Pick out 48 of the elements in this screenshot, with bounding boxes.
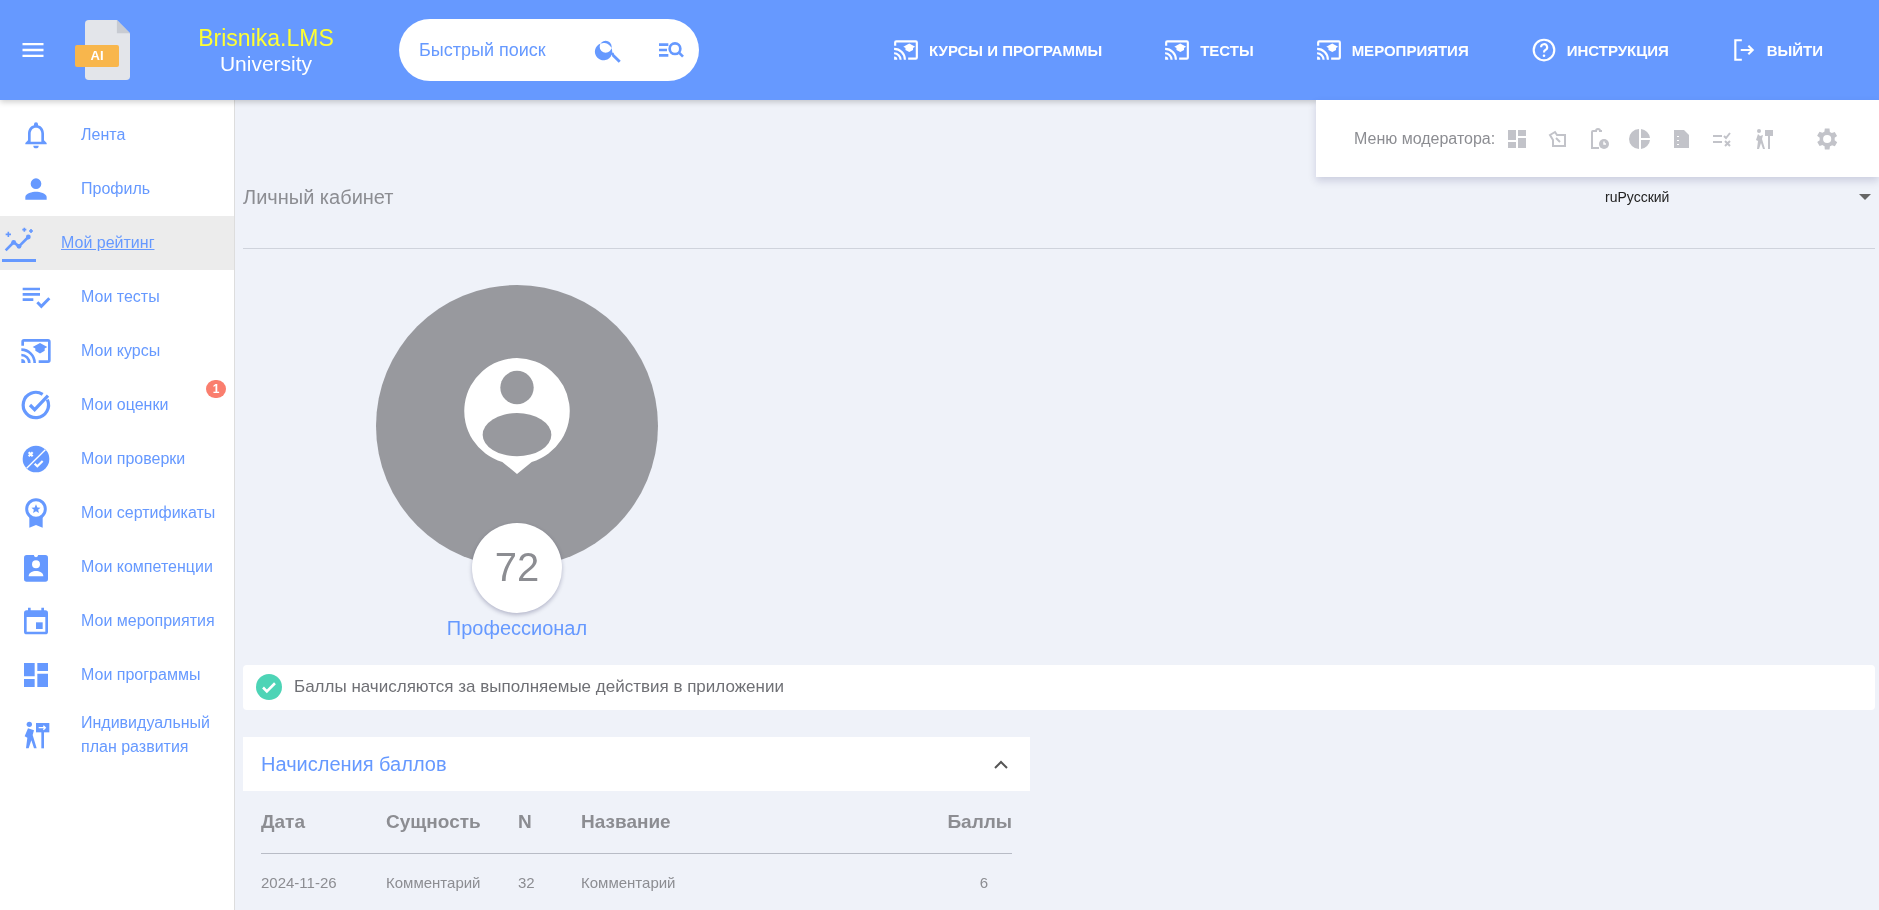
sidebar-item[interactable]: Мои проверки: [0, 432, 234, 486]
column-header: Сущность: [386, 811, 482, 833]
table-cell-text: Комментарий: [580, 873, 677, 891]
nav-link[interactable]: ТЕСТЫ: [1164, 37, 1254, 63]
search-field[interactable]: Быстрый поиск: [417, 38, 563, 62]
column-header: N: [518, 811, 533, 833]
user-pin-icon: [464, 357, 570, 474]
nav-link[interactable]: КУРСЫ И ПРОГРАММЫ: [893, 37, 1103, 63]
sidebar-item[interactable]: Мои курсы: [0, 324, 234, 378]
cast-education-icon: [1315, 37, 1342, 63]
nav-link[interactable]: ИНСТРУКЦИЯ: [1530, 37, 1669, 63]
table-cell-text: 32: [518, 873, 536, 891]
sidebar-item[interactable]: Мои тесты: [0, 270, 234, 324]
sidebar-item[interactable]: Мои оценки 1: [0, 378, 234, 432]
sidebar-item[interactable]: Профиль: [0, 162, 234, 216]
column-header: Баллы: [947, 811, 1012, 833]
table-cell-text: Комментарий: [386, 873, 482, 891]
sidebar-item[interactable]: Мои программы: [0, 648, 234, 702]
review-icon: [20, 443, 52, 475]
page-title: Личный кабинет: [243, 185, 394, 209]
dropdown-caret-icon: [1859, 194, 1871, 201]
sidebar-item[interactable]: Мой рейтинг: [0, 216, 234, 270]
nav-link[interactable]: МЕРОПРИЯТИЯ: [1315, 37, 1469, 63]
column-header: Название: [580, 811, 672, 833]
cast-education-icon: [1164, 37, 1191, 63]
sidebar-item[interactable]: Лента: [0, 108, 234, 162]
notification-count: 1: [206, 380, 226, 398]
check-circle-icon: [20, 389, 52, 421]
check-circle-icon: [256, 674, 282, 701]
column-header: Дата: [261, 811, 306, 833]
help-icon: [1530, 37, 1557, 63]
moderator-menu-label: Меню модератора:: [1354, 129, 1496, 148]
accordion-header[interactable]: Начисления баллов: [243, 737, 1030, 791]
info-text: Баллы начисляются за выполняемые действия в приложении: [294, 677, 784, 698]
accordion-title: Начисления баллов: [261, 752, 447, 776]
nav-link[interactable]: ВЫЙТИ: [1730, 37, 1823, 63]
table-cell-text: 6: [979, 873, 989, 891]
sidebar-item[interactable]: Индивидуальный план развития: [0, 702, 234, 768]
sidebar-item[interactable]: Мои компетенции: [0, 540, 234, 594]
brand-subtitle: University: [219, 51, 313, 76]
sidebar-item[interactable]: Мои мероприятия: [0, 594, 234, 648]
rating-level: Профессионал: [446, 616, 588, 640]
pie-chart-icon[interactable]: [1628, 126, 1653, 151]
brand-title: Brisnika.LMS: [198, 24, 334, 52]
language-select[interactable]: ruРусский: [1605, 189, 1875, 206]
sidebar-item[interactable]: Мои сертификаты: [0, 486, 234, 540]
table-cell-text: 2024-11-26: [261, 873, 338, 891]
cast-education-icon: [893, 37, 920, 63]
